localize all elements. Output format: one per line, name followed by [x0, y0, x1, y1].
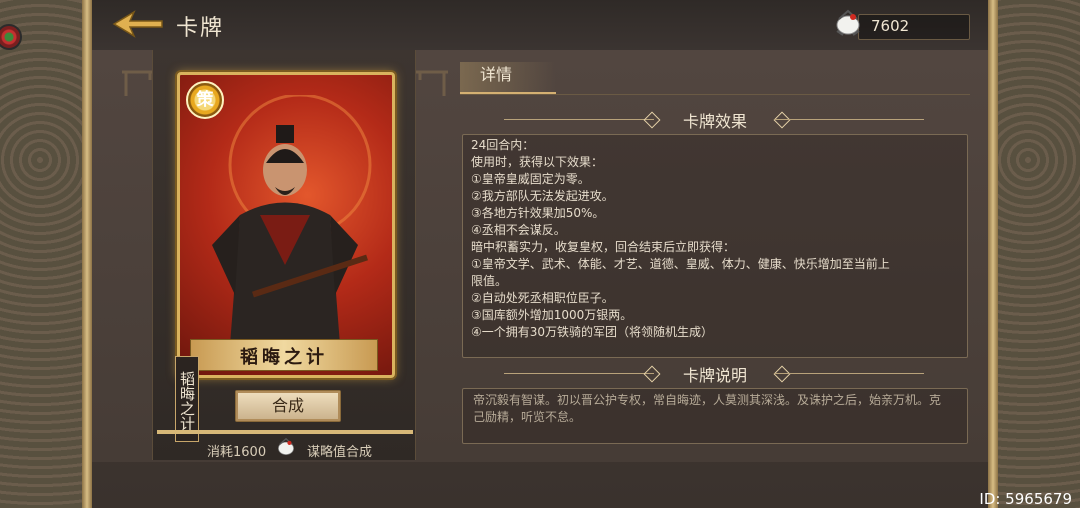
effect-line: ④丞相不会谋反。 — [471, 223, 566, 237]
hanger-ornament-icon — [416, 70, 448, 96]
character-portrait — [212, 95, 372, 345]
description-text: 帝沉毅有智谋。初以晋公护专权，常自晦迹，人莫测其深浅。及诛护之后，始亲万机。克己… — [473, 393, 942, 424]
currency-display: 7602 — [836, 9, 970, 40]
details-area: 详情 卡牌效果 24回合内： 使用时，获得以下效果： ①皇帝皇威固定为零。 ②我方部队… — [460, 62, 970, 458]
left-decorative-panel — [0, 0, 96, 508]
cost-text: 消耗1600 — [207, 445, 267, 460]
card-name-banner: 韬晦之计 — [190, 339, 378, 371]
top-bar: 卡牌 7602 — [92, 0, 988, 51]
divider-line — [774, 119, 924, 120]
cost-suffix: 谋略值合成 — [307, 445, 373, 460]
progress-bar — [157, 430, 413, 434]
diamond-ornament-icon — [773, 111, 791, 129]
effect-line: ②我方部队无法发起进攻。 — [471, 189, 614, 203]
effect-line: ②自动处死丞相职位臣子。 — [471, 291, 614, 305]
cost-row: 消耗1600 谋略值合成 — [153, 437, 415, 460]
divider-line — [504, 119, 654, 120]
effects-list: 24回合内： 使用时，获得以下效果： ①皇帝皇威固定为零。 ②我方部队无法发起进攻。 ③… — [471, 137, 941, 341]
divider-line — [774, 373, 924, 374]
crane-currency-icon — [278, 437, 294, 455]
effect-line: 使用时，获得以下效果： — [471, 155, 604, 169]
effect-line: 限值。 — [471, 274, 508, 288]
main-window: 卡牌 7602 策 韬晦之计 韬晦之计 合成 消耗1600 谋略值合成 详情 卡… — [92, 0, 988, 508]
effects-box: 24回合内： 使用时，获得以下效果： ①皇帝皇威固定为零。 ②我方部队无法发起进攻。 ③… — [462, 134, 968, 358]
page-title: 卡牌 — [176, 16, 225, 41]
close-ring-icon[interactable] — [0, 24, 22, 50]
effect-line: ④一个拥有30万铁骑的军团（将领随机生成） — [471, 325, 714, 339]
diamond-ornament-icon — [643, 111, 661, 129]
crane-currency-icon — [836, 9, 860, 36]
back-arrow-icon — [112, 10, 163, 38]
effect-line: ③各地方针效果加50%。 — [471, 206, 605, 220]
content-panel: 策 韬晦之计 韬晦之计 合成 消耗1600 谋略值合成 详情 卡牌效果 24回合… — [92, 50, 988, 462]
synthesize-button[interactable]: 合成 — [235, 390, 341, 422]
effect-line: ①皇帝皇威固定为零。 — [471, 172, 590, 186]
card-artwork: 策 韬晦之计 — [177, 72, 395, 378]
tab-details[interactable]: 详情 — [460, 62, 556, 94]
description-title: 卡牌说明 — [682, 366, 747, 385]
diamond-ornament-icon — [773, 365, 791, 383]
user-id: ID: 5965679 — [979, 490, 1072, 508]
progress-fill — [157, 430, 413, 434]
effect-line: ①皇帝文学、武术、体能、才艺、道德、皇威、体力、健康、快乐增加至当前上 — [471, 257, 890, 271]
effect-line: 暗中积蓄实力，收复皇权，回合结束后立即获得： — [471, 240, 736, 254]
effects-title: 卡牌效果 — [682, 112, 747, 131]
strategy-badge-icon: 策 — [186, 81, 224, 119]
card-column: 策 韬晦之计 韬晦之计 合成 消耗1600 谋略值合成 — [152, 50, 416, 460]
diamond-ornament-icon — [643, 365, 661, 383]
effect-line: ③国库额外增加1000万银两。 — [471, 308, 633, 322]
effect-line: 24回合内： — [471, 138, 535, 152]
currency-value: 7602 — [871, 17, 910, 35]
description-box: 帝沉毅有智谋。初以晋公护专权，常自晦迹，人莫测其深浅。及诛护之后，始亲万机。克己… — [462, 388, 968, 444]
right-decorative-panel — [984, 0, 1080, 508]
description-section-header: 卡牌说明 — [460, 362, 970, 386]
effects-section-header: 卡牌效果 — [460, 108, 970, 132]
tab-divider — [460, 94, 970, 95]
card-name: 韬晦之计 — [240, 347, 328, 368]
hanger-ornament-icon — [122, 70, 154, 96]
divider-line — [504, 373, 654, 374]
back-button[interactable] — [112, 8, 164, 40]
